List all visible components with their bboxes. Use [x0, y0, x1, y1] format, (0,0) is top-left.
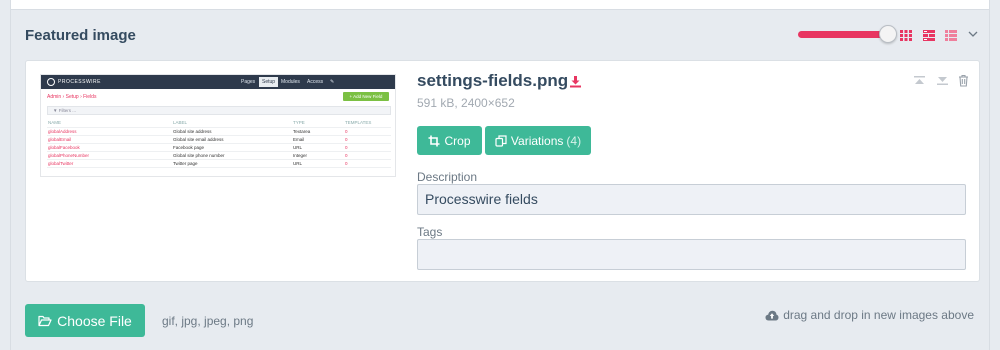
image-filename: settings-fields.png: [417, 71, 569, 90]
upload-footer: Choose File gif, jpg, jpeg, png drag and…: [11, 290, 989, 350]
image-meta: 591 kB, 2400×652: [417, 96, 515, 110]
detail-list-icon[interactable]: [944, 28, 958, 42]
thumbnail-table: NAME LABEL TYPE TEMPLATES globalAddress …: [47, 119, 391, 168]
previous-field-edge: [11, 0, 989, 10]
thumbnail-col-templates: TEMPLATES: [344, 119, 391, 128]
table-cell: globalAddress: [47, 127, 172, 136]
table-cell: Email: [292, 135, 344, 144]
download-icon[interactable]: [569, 75, 582, 88]
image-item-card: PROCESSWIRE Pages Setup Modules Access ✎…: [25, 60, 980, 282]
table-cell: Global site address: [172, 127, 292, 136]
cloud-upload-icon: [765, 310, 779, 320]
thumbnail-nav-access: Access: [307, 79, 324, 85]
slider-track: [798, 31, 888, 38]
description-field[interactable]: Processwire fields: [417, 184, 966, 215]
thumbnail-topbar: PROCESSWIRE Pages Setup Modules Access ✎: [41, 75, 395, 89]
table-cell: globalFacebook: [47, 143, 172, 152]
thumbnail-nav-setup: Setup: [259, 77, 279, 87]
thumbnail-nav-tools-icon: ✎: [330, 79, 335, 85]
table-cell: Facebook page: [172, 143, 292, 152]
variations-label: Variations: [510, 133, 564, 148]
thumbnail-size-slider[interactable]: [798, 25, 897, 43]
allowed-formats: gif, jpg, jpeg, png: [162, 314, 254, 328]
table-row: globalAddress Global site address Textar…: [47, 127, 391, 136]
table-cell: globalPhoneNumber: [47, 151, 172, 160]
description-label: Description: [417, 170, 478, 184]
table-cell: 0: [344, 151, 391, 160]
table-cell: 0: [344, 135, 391, 144]
table-row: globalFacebook Facebook page URL 0: [47, 143, 391, 152]
thumbnail-nav-modules: Modules: [281, 79, 300, 85]
variations-button[interactable]: Variations (4): [485, 126, 591, 155]
image-thumbnail[interactable]: PROCESSWIRE Pages Setup Modules Access ✎…: [40, 74, 396, 177]
table-cell: 0: [344, 127, 391, 136]
table-cell: globalTwitter: [47, 159, 172, 168]
slider-handle[interactable]: [879, 25, 897, 43]
drag-drop-text: drag and drop in new images above: [783, 308, 974, 322]
field-title: Featured image: [25, 27, 136, 44]
move-to-bottom-icon[interactable]: [936, 74, 949, 87]
trash-icon[interactable]: [957, 74, 970, 87]
table-cell: 0: [344, 143, 391, 152]
folder-open-icon: [38, 315, 52, 326]
table-cell: Global site phone number: [172, 151, 292, 160]
table-cell: Integer: [292, 151, 344, 160]
thumbnail-breadcrumb: Admin › Setup › Fields: [47, 94, 97, 100]
chevron-down-icon[interactable]: [966, 27, 980, 41]
grid-icon[interactable]: [899, 28, 913, 42]
table-cell: 0: [344, 159, 391, 168]
variations-count: (4): [566, 133, 582, 148]
table-cell: URL: [292, 143, 344, 152]
thumbnail-table-header: NAME LABEL TYPE TEMPLATES: [47, 119, 391, 128]
thumbnail-col-label: LABEL: [172, 119, 292, 128]
table-row: globalPhoneNumber Global site phone numb…: [47, 151, 391, 160]
table-cell: Twitter page: [172, 159, 292, 168]
table-cell: Textarea: [292, 127, 344, 136]
thumbnail-brand: PROCESSWIRE: [58, 79, 102, 85]
table-cell: globalEmail: [47, 135, 172, 144]
thumbnail-filter: ▼ Filters ...: [47, 106, 391, 115]
tags-label: Tags: [417, 225, 443, 239]
choose-file-label: Choose File: [57, 312, 132, 329]
table-cell: Global site email address: [172, 135, 292, 144]
thumbnail-col-type: TYPE: [292, 119, 344, 128]
thumbnail-add-button: + Add New Field: [343, 92, 389, 101]
list-icon[interactable]: [922, 28, 936, 42]
thumbnail-logo-icon: [47, 78, 55, 86]
choose-file-button[interactable]: Choose File: [25, 304, 145, 337]
table-row: globalEmail Global site email address Em…: [47, 135, 391, 144]
table-row: globalTwitter Twitter page URL 0: [47, 159, 391, 168]
crop-icon: [428, 135, 440, 146]
thumbnail-col-name: NAME: [47, 119, 172, 128]
drag-drop-hint: drag and drop in new images above: [765, 308, 974, 322]
crop-button[interactable]: Crop: [417, 126, 482, 155]
variations-icon: [495, 134, 507, 147]
move-to-top-icon[interactable]: [913, 74, 926, 87]
crop-label: Crop: [444, 133, 471, 148]
tags-field[interactable]: [417, 239, 966, 270]
thumbnail-nav-pages: Pages: [241, 79, 256, 85]
table-cell: URL: [292, 159, 344, 168]
